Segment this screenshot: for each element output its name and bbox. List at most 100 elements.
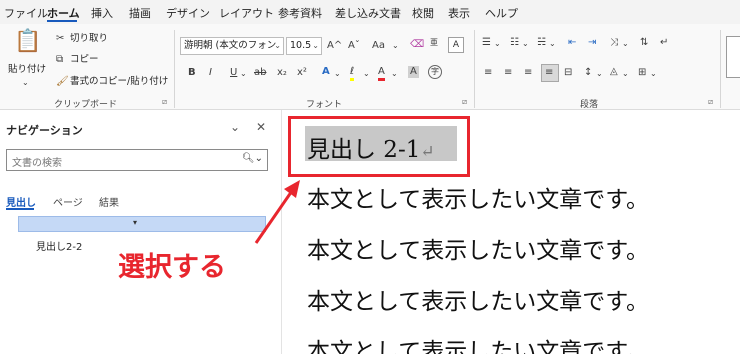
tab-file[interactable]: ファイル: [4, 5, 48, 21]
format-painter-button[interactable]: 書式のコピー/貼り付け: [70, 76, 168, 88]
dialog-launcher-icon[interactable]: ⧄: [162, 97, 167, 107]
search-input[interactable]: 文書の検索 🔍︎⌄: [6, 149, 268, 171]
chevron-down-icon[interactable]: ⌄: [334, 68, 341, 80]
show-formatting-icon[interactable]: ↵: [660, 37, 668, 49]
tab-insert[interactable]: 挿入: [91, 5, 113, 21]
clear-formatting-icon[interactable]: ⌫: [410, 39, 424, 51]
chevron-down-icon[interactable]: ⌄: [522, 38, 529, 50]
chevron-down-icon[interactable]: ⌄: [230, 120, 240, 134]
phonetic-guide-icon[interactable]: 亜: [430, 37, 438, 49]
dialog-launcher-icon[interactable]: ⧄: [462, 97, 467, 107]
menu-bar: ファイル ホーム 挿入 描画 デザイン レイアウト 参考資料 差し込み文書 校閲…: [0, 0, 740, 24]
copy-icon[interactable]: ⧉: [56, 54, 63, 66]
chevron-down-icon[interactable]: ⌄: [596, 68, 603, 80]
align-left-icon[interactable]: ≡: [484, 67, 492, 79]
character-border-button[interactable]: A: [448, 37, 464, 53]
sort-icon[interactable]: ⇅: [640, 37, 648, 49]
subscript-button[interactable]: x₂: [277, 67, 287, 79]
highlight-color-button[interactable]: ℓ: [350, 66, 355, 81]
styles-gallery[interactable]: [726, 36, 740, 78]
paste-icon[interactable]: 📋: [14, 30, 41, 54]
change-case-button[interactable]: Aa: [372, 40, 385, 52]
chevron-down-icon[interactable]: ⌄: [240, 68, 247, 80]
body-paragraph[interactable]: 本文として表示したい文章です。: [307, 332, 649, 354]
callout-label: 選択する: [118, 252, 226, 283]
asian-layout-icon[interactable]: ⤨: [610, 37, 618, 49]
italic-button[interactable]: I: [209, 67, 212, 79]
line-spacing-icon[interactable]: ↕: [584, 67, 592, 79]
grow-font-button[interactable]: A^: [327, 40, 342, 52]
selected-heading-bar[interactable]: ▾: [18, 216, 266, 232]
navigation-pane-title: ナビゲーション: [6, 124, 83, 137]
chevron-down-icon[interactable]: ⌄: [363, 68, 370, 80]
search-icon[interactable]: 🔍︎⌄: [242, 153, 263, 164]
multilevel-list-icon[interactable]: ☵: [537, 37, 546, 49]
tab-draw[interactable]: 描画: [129, 5, 151, 21]
tab-design[interactable]: デザイン: [166, 5, 210, 21]
chevron-down-icon[interactable]: ⌄: [22, 77, 29, 89]
paragraph-group-label: 段落: [580, 100, 599, 110]
superscript-button[interactable]: x²: [297, 67, 307, 79]
annotation-highlight-box: [288, 116, 470, 177]
collapse-icon[interactable]: ▾: [133, 218, 137, 227]
chevron-down-icon[interactable]: ⌄: [622, 68, 629, 80]
tab-review[interactable]: 校閲: [412, 5, 434, 21]
active-tab-underline: [6, 208, 34, 210]
tab-layout[interactable]: レイアウト: [219, 5, 274, 21]
paste-button[interactable]: 貼り付け: [8, 64, 46, 76]
chevron-down-icon[interactable]: ⌄: [392, 40, 399, 52]
character-shading-button[interactable]: A: [408, 66, 419, 78]
borders-icon[interactable]: ⊞: [638, 67, 646, 79]
justify-button[interactable]: ≡: [541, 64, 559, 82]
active-tab-underline: [47, 20, 77, 22]
group-separator: [720, 30, 721, 108]
shading-icon[interactable]: ◬: [610, 66, 618, 78]
heading-list-item[interactable]: 見出し2-2: [36, 238, 82, 253]
enclose-characters-button[interactable]: 字: [428, 65, 442, 79]
group-separator: [474, 30, 475, 108]
copy-button[interactable]: コピー: [70, 54, 99, 66]
chevron-down-icon[interactable]: ⌄: [549, 38, 556, 50]
body-paragraph[interactable]: 本文として表示したい文章です。: [307, 231, 649, 265]
format-painter-icon[interactable]: 🖌: [56, 76, 69, 88]
align-center-icon[interactable]: ≡: [504, 67, 512, 79]
close-icon[interactable]: ✕: [256, 120, 266, 134]
group-separator: [174, 30, 175, 108]
search-placeholder: 文書の検索: [12, 158, 62, 169]
body-paragraph[interactable]: 本文として表示したい文章です。: [307, 282, 649, 316]
cut-button[interactable]: 切り取り: [70, 33, 108, 45]
chevron-down-icon[interactable]: ⌄: [312, 38, 319, 54]
tab-help[interactable]: ヘルプ: [485, 5, 518, 21]
bullets-icon[interactable]: ☰: [482, 37, 491, 49]
justify-icon: ≡: [545, 67, 554, 78]
dialog-launcher-icon[interactable]: ⧄: [708, 97, 713, 107]
shrink-font-button[interactable]: Aˇ: [348, 40, 360, 52]
align-right-icon[interactable]: ≡: [524, 67, 532, 79]
tab-references[interactable]: 参考資料: [278, 5, 322, 21]
chevron-down-icon[interactable]: ⌄: [274, 38, 281, 54]
tab-home[interactable]: ホーム: [47, 5, 80, 21]
font-color-button[interactable]: A: [378, 66, 385, 81]
bold-button[interactable]: B: [188, 67, 196, 79]
decrease-indent-icon[interactable]: ⇤: [568, 37, 576, 49]
text-effects-button[interactable]: A: [322, 66, 330, 78]
increase-indent-icon[interactable]: ⇥: [588, 37, 596, 49]
tab-results[interactable]: 結果: [99, 194, 119, 209]
underline-button[interactable]: U: [230, 67, 237, 79]
strikethrough-button[interactable]: ab: [254, 67, 266, 79]
chevron-down-icon[interactable]: ⌄: [494, 38, 501, 50]
font-name-combo[interactable]: 游明朝 (本文のフォン ⌄: [180, 37, 284, 55]
chevron-down-icon[interactable]: ⌄: [622, 38, 629, 50]
numbering-icon[interactable]: ☷: [510, 37, 519, 49]
body-paragraph[interactable]: 本文として表示したい文章です。: [307, 180, 649, 214]
ribbon: 📋 貼り付け ⌄ ✂ 切り取り ⧉ コピー 🖌 書式のコピー/貼り付け クリップ…: [0, 24, 740, 110]
scissors-icon[interactable]: ✂: [56, 33, 64, 45]
tab-pages[interactable]: ページ: [53, 194, 83, 209]
chevron-down-icon[interactable]: ⌄: [650, 68, 657, 80]
chevron-down-icon[interactable]: ⌄: [391, 68, 398, 80]
tab-headings[interactable]: 見出し: [6, 194, 36, 209]
tab-mailings[interactable]: 差し込み文書: [335, 5, 401, 21]
font-size-combo[interactable]: 10.5 ⌄: [286, 37, 322, 55]
distributed-icon[interactable]: ⊟: [564, 67, 572, 79]
tab-view[interactable]: 表示: [448, 5, 470, 21]
